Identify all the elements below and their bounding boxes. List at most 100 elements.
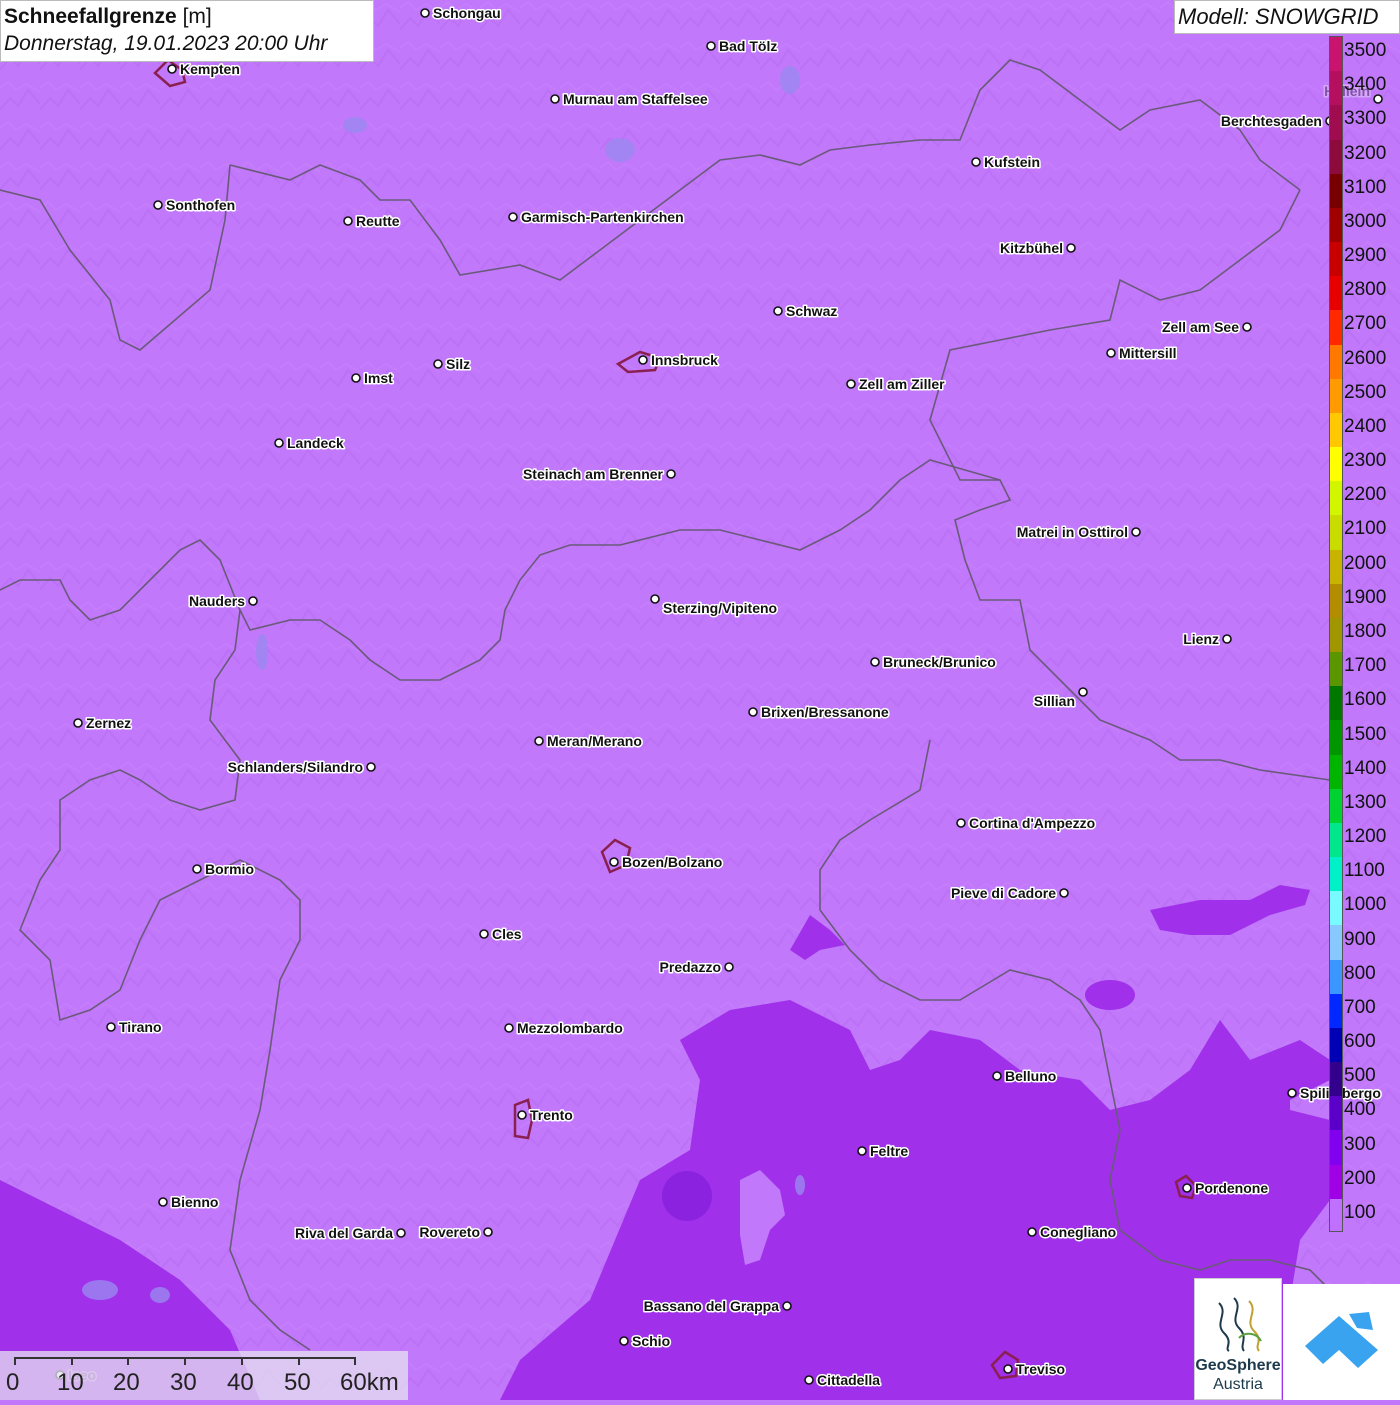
legend-swatch-2500 xyxy=(1330,378,1342,414)
legend-label-2700: 2700 xyxy=(1344,313,1387,335)
city-label: Lienz xyxy=(1183,631,1219,647)
legend-label-2800: 2800 xyxy=(1344,279,1387,301)
city-mezzolombardo[interactable]: Mezzolombardo xyxy=(504,1019,624,1038)
city-dot xyxy=(534,736,544,746)
legend-swatch-2200 xyxy=(1330,481,1342,517)
city-pieve-di-cadore[interactable]: Pieve di Cadore xyxy=(949,884,1069,903)
city-dot xyxy=(609,857,619,867)
city-dot xyxy=(857,1146,867,1156)
scale-label-40: 40 xyxy=(227,1369,254,1396)
city-cittadella[interactable]: Cittadella xyxy=(804,1371,882,1390)
city-label: Kempten xyxy=(180,61,240,77)
city-label: Mittersill xyxy=(1119,345,1177,361)
legend-label-3500: 3500 xyxy=(1344,40,1387,62)
city-cortina-d-ampezzo[interactable]: Cortina d'Ampezzo xyxy=(956,814,1097,833)
legend-label-500: 500 xyxy=(1344,1065,1376,1087)
city-dot xyxy=(433,359,443,369)
city-dot xyxy=(1242,322,1252,332)
city-bassano-del-grappa[interactable]: Bassano del Grappa xyxy=(642,1297,792,1316)
city-dot xyxy=(1182,1183,1192,1193)
map-canvas[interactable]: Schongau Kempten Bad Tölz Murnau am Staffel… xyxy=(0,0,1400,1400)
city-dot xyxy=(158,1197,168,1207)
city-dot xyxy=(1078,687,1088,697)
snowgrid-logo[interactable] xyxy=(1283,1284,1400,1400)
city-matrei-in-osttirol[interactable]: Matrei in Osttirol xyxy=(1015,523,1141,542)
city-bruneck-brunico[interactable]: Bruneck/Brunico xyxy=(870,653,997,672)
legend-swatch-900 xyxy=(1330,925,1342,961)
city-bozen-bolzano[interactable]: Bozen/Bolzano xyxy=(609,853,724,872)
city-schongau[interactable]: Schongau xyxy=(420,4,502,23)
legend-label-1600: 1600 xyxy=(1344,689,1387,711)
city-conegliano[interactable]: Conegliano xyxy=(1027,1223,1118,1242)
legend-label-2400: 2400 xyxy=(1344,415,1387,437)
city-dot xyxy=(1027,1227,1037,1237)
city-dot xyxy=(1287,1088,1297,1098)
legend-swatch-400 xyxy=(1330,1096,1342,1132)
city-dot xyxy=(73,718,83,728)
city-dot xyxy=(971,157,981,167)
city-schlanders-silandro[interactable]: Schlanders/Silandro xyxy=(226,758,376,777)
city-dot xyxy=(343,216,353,226)
geosphere-logo[interactable]: GeoSphere Austria xyxy=(1194,1278,1282,1400)
city-riva-del-garda[interactable]: Riva del Garda xyxy=(293,1224,406,1243)
legend-label-2900: 2900 xyxy=(1344,245,1387,267)
snowline-200-band-blob xyxy=(1085,980,1135,1010)
city-meran-merano[interactable]: Meran/Merano xyxy=(534,732,643,751)
city-dot xyxy=(1106,348,1116,358)
city-label: Bienno xyxy=(171,1194,218,1210)
city-dot xyxy=(846,379,856,389)
legend-label-1100: 1100 xyxy=(1344,860,1385,882)
city-label: Nauders xyxy=(189,593,245,609)
city-dot xyxy=(396,1228,406,1238)
city-murnau-am-staffelsee[interactable]: Murnau am Staffelsee xyxy=(550,90,709,109)
city-label: Sonthofen xyxy=(166,197,235,213)
city-label: Landeck xyxy=(287,435,344,451)
city-innsbruck[interactable]: Innsbruck xyxy=(638,351,720,370)
city-dot xyxy=(1222,634,1232,644)
scale-label-30: 30 xyxy=(170,1369,197,1396)
legend-swatch-200 xyxy=(1330,1164,1342,1200)
city-label: Bassano del Grappa xyxy=(644,1298,780,1314)
city-dot xyxy=(517,1110,527,1120)
scale-tick xyxy=(184,1357,186,1365)
city-brixen-bressanone[interactable]: Brixen/Bressanone xyxy=(748,703,890,722)
city-sonthofen[interactable]: Sonthofen xyxy=(153,196,237,215)
city-dot xyxy=(992,1071,1002,1081)
city-label: Meran/Merano xyxy=(547,733,642,749)
city-steinach-am-brenner[interactable]: Steinach am Brenner xyxy=(521,465,676,484)
city-label: Zell am See xyxy=(1162,319,1239,335)
city-label: Kitzbühel xyxy=(1000,240,1063,256)
legend-swatch-2900 xyxy=(1330,242,1342,278)
city-label: Belluno xyxy=(1005,1068,1056,1084)
legend-swatch-1200 xyxy=(1330,822,1342,859)
legend-swatch-3400 xyxy=(1330,71,1342,107)
city-dot xyxy=(1066,243,1076,253)
city-dot xyxy=(1131,527,1141,537)
legend-swatch-3100 xyxy=(1330,173,1342,209)
city-dot xyxy=(479,929,489,939)
legend-label-800: 800 xyxy=(1344,962,1376,984)
city-label: Mezzolombardo xyxy=(517,1020,623,1036)
city-label: Imst xyxy=(364,370,393,386)
legend-swatch-2100 xyxy=(1330,515,1342,551)
legend-swatch-300 xyxy=(1330,1130,1342,1166)
city-zell-am-ziller[interactable]: Zell am Ziller xyxy=(846,375,947,394)
legend-swatch-700 xyxy=(1330,993,1342,1029)
city-garmisch-partenkirchen[interactable]: Garmisch-Partenkirchen xyxy=(508,208,685,227)
city-dot xyxy=(366,762,376,772)
scale-tick xyxy=(71,1357,73,1365)
legend-label-3000: 3000 xyxy=(1344,210,1387,232)
city-dot xyxy=(782,1301,792,1311)
city-dot xyxy=(351,373,361,383)
city-label: Berchtesgaden xyxy=(1221,113,1322,129)
city-label: Kufstein xyxy=(984,154,1040,170)
city-dot xyxy=(167,64,177,74)
city-label: Innsbruck xyxy=(651,352,718,368)
city-zell-am-see[interactable]: Zell am See xyxy=(1160,318,1252,337)
legend-swatch-1800 xyxy=(1330,617,1342,654)
legend-swatch-2800 xyxy=(1330,276,1342,312)
city-berchtesgaden[interactable]: Berchtesgaden xyxy=(1219,112,1335,131)
legend-label-100: 100 xyxy=(1344,1201,1376,1223)
city-pordenone[interactable]: Pordenone xyxy=(1182,1179,1270,1198)
city-label: Zernez xyxy=(86,715,131,731)
